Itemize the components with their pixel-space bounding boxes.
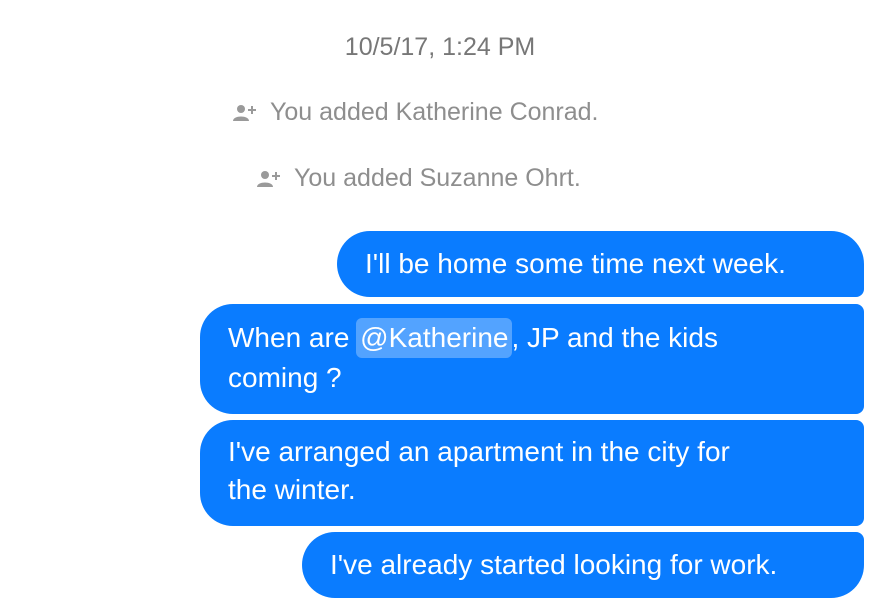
message-text: I've already started looking for work. xyxy=(330,549,778,580)
sent-message-bubble[interactable]: When are @Katherine, JP and the kids com… xyxy=(200,304,864,414)
system-event-text: You added Katherine Conrad. xyxy=(270,98,599,126)
message-timestamp: 10/5/17, 1:24 PM xyxy=(344,33,536,61)
message-text-line: When are @Katherine, JP and the kids xyxy=(228,318,836,358)
message-text: When are xyxy=(228,322,358,353)
message-text: the winter. xyxy=(228,474,356,505)
add-person-icon xyxy=(233,105,256,121)
sent-message-bubble[interactable]: I'll be home some time next week. xyxy=(337,231,864,297)
system-event-added-suzanne: You added Suzanne Ohrt. xyxy=(256,163,581,193)
system-event-added-katherine: You added Katherine Conrad. xyxy=(232,97,599,127)
message-text: coming ? xyxy=(228,362,342,393)
mention-tag[interactable]: @Katherine xyxy=(356,318,513,358)
sent-message-bubble[interactable]: I've already started looking for work. xyxy=(302,532,864,598)
message-text: I'll be home some time next week. xyxy=(365,248,786,279)
message-text: , JP and the kids xyxy=(511,322,718,353)
system-event-text: You added Suzanne Ohrt. xyxy=(294,164,581,192)
message-text: I've arranged an apartment in the city f… xyxy=(228,436,730,467)
sent-message-bubble[interactable]: I've arranged an apartment in the city f… xyxy=(200,420,864,526)
add-person-icon xyxy=(257,171,280,187)
